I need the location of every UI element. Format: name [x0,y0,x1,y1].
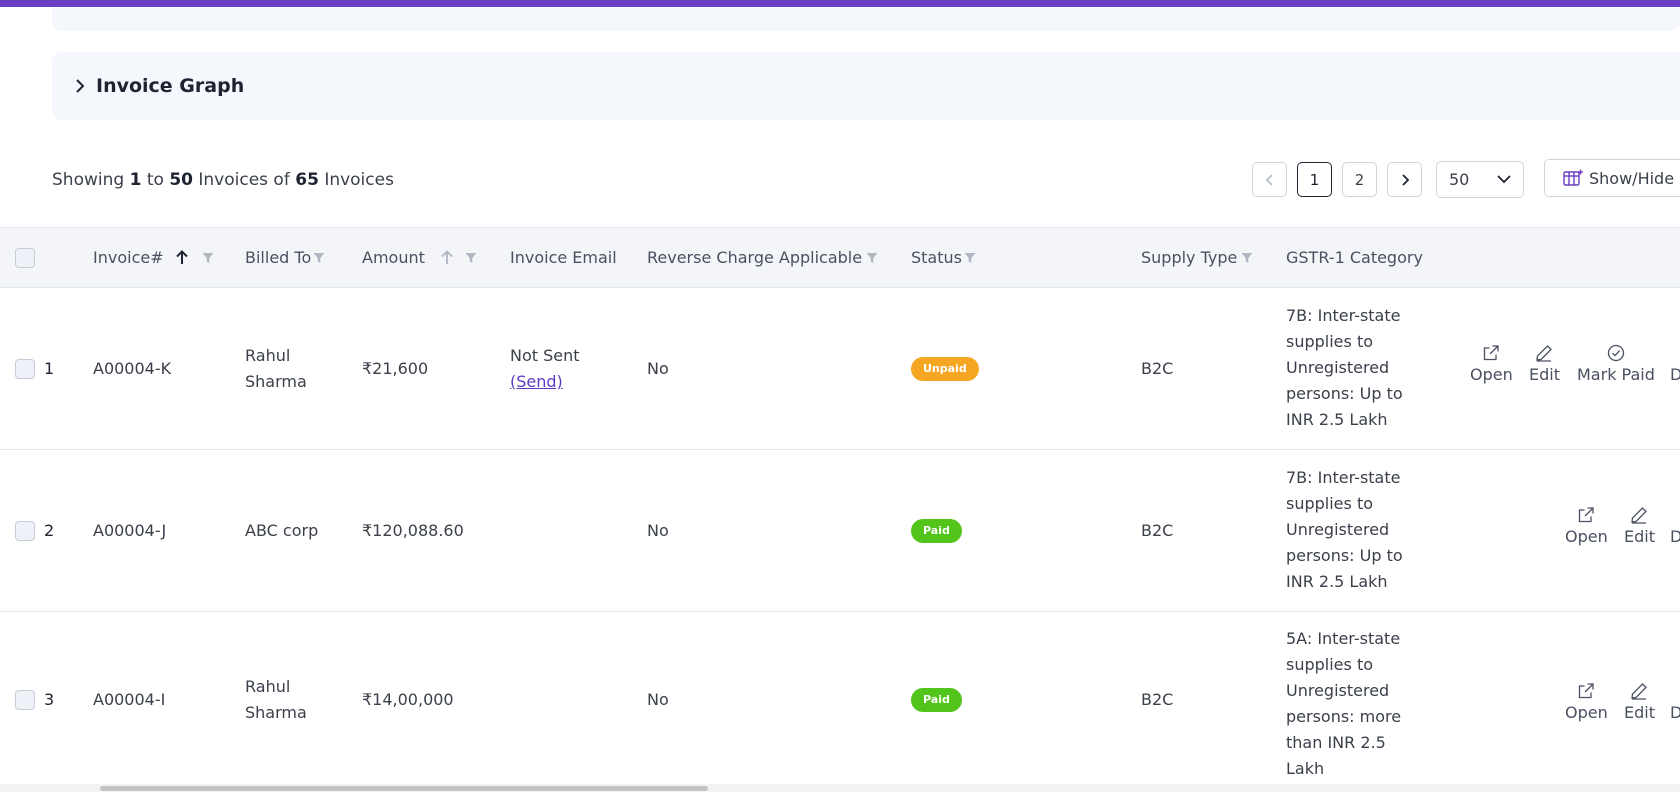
external-link-icon [1579,507,1595,523]
pencil-icon [1536,345,1553,362]
amount: ₹14,00,000 [362,690,454,709]
column-invoice[interactable]: Invoice# [93,228,214,287]
table-row[interactable]: 2 A00004-J ABC corp ₹120,088.60 No Paid … [0,450,1680,612]
gstr1-category: 5A: Inter-state supplies to Unregistered… [1286,629,1402,778]
column-amount[interactable]: Amount [362,228,477,287]
invoice-graph-panel[interactable]: Invoice Graph [52,52,1680,120]
email-status-text: Not Sent [510,346,580,365]
invoice-graph-title[interactable]: Invoice Graph [96,75,244,97]
billed-to: Rahul Sharma [245,346,307,391]
filter-icon[interactable] [202,252,214,264]
column-reverse-charge[interactable]: Reverse Charge Applicable [647,228,878,287]
filter-icon[interactable] [866,252,878,264]
next-page-button[interactable] [1387,162,1422,197]
pencil-icon [1631,507,1648,524]
open-button[interactable]: Open [1565,682,1608,722]
column-billed-to[interactable]: Billed To [245,228,325,287]
per-page-select[interactable]: 50 [1436,161,1524,198]
table-row[interactable]: 3 A00004-I Rahul Sharma ₹14,00,000 No Pa… [0,612,1680,792]
show-hide-label: Show/Hide [1589,168,1675,188]
open-button[interactable]: Open [1565,506,1608,546]
truncated-action-icon [1671,682,1680,700]
more-action-button[interactable]: D [1670,682,1680,722]
mark-paid-button[interactable]: Mark Paid [1577,344,1655,384]
show-hide-columns-button[interactable]: Show/Hide [1544,159,1680,197]
sort-icon[interactable] [441,250,453,265]
collapsed-panel [52,7,1680,31]
select-all-cell [15,228,35,287]
row-checkbox[interactable] [15,359,35,379]
reverse-charge: No [647,359,669,378]
gstr1-category: 7B: Inter-state supplies to Unregistered… [1286,306,1403,429]
table-header: Invoice# Billed To Amount Invoice Email … [0,227,1680,288]
filter-icon[interactable] [313,252,325,264]
sort-ascending-icon[interactable] [175,250,188,265]
filter-icon[interactable] [1241,252,1253,264]
column-invoice-email[interactable]: Invoice Email [510,228,617,287]
results-summary: Showing 1 to 50 Invoices of 65 Invoices [52,170,394,190]
filter-icon[interactable] [964,252,976,264]
edit-button[interactable]: Edit [1624,682,1655,722]
page-1-button[interactable]: 1 [1297,162,1332,197]
billed-to: Rahul Sharma [245,677,307,722]
status-badge: Paid [911,519,962,543]
table-row[interactable]: 1 A00004-K Rahul Sharma ₹21,600 Not Sent… [0,288,1680,450]
edit-button[interactable]: Edit [1624,506,1655,546]
filter-icon[interactable] [465,252,477,264]
gstr1-category: 7B: Inter-state supplies to Unregistered… [1286,468,1403,591]
column-supply-type[interactable]: Supply Type [1141,228,1253,287]
row-index: 1 [44,359,55,378]
pencil-icon [1631,683,1648,700]
chevron-right-icon [1401,173,1409,186]
select-all-checkbox[interactable] [15,247,35,268]
pagination: 1 2 50 [1252,161,1524,198]
external-link-icon [1579,683,1595,699]
invoice-number[interactable]: A00004-I [93,612,165,788]
supply-type: B2C [1141,690,1174,709]
edit-button[interactable]: Edit [1529,344,1560,384]
row-checkbox[interactable] [15,521,35,541]
invoice-email-status: Not Sent (Send) [510,343,580,395]
amount: ₹21,600 [362,359,429,378]
truncated-action-icon [1671,506,1680,524]
page-2-button[interactable]: 2 [1342,162,1377,197]
truncated-action-icon [1671,344,1680,362]
chevron-down-icon [1497,175,1511,184]
row-index: 2 [44,521,55,540]
row-index: 3 [44,690,55,709]
column-status[interactable]: Status [911,228,976,287]
chevron-left-icon [1265,173,1273,186]
prev-page-button[interactable] [1252,162,1287,197]
reverse-charge: No [647,690,669,709]
row-checkbox[interactable] [15,690,35,710]
horizontal-scrollbar-thumb[interactable] [100,786,708,791]
invoice-number[interactable]: A00004-K [93,288,171,450]
supply-type: B2C [1141,359,1174,378]
external-link-icon [1484,345,1500,361]
per-page-value: 50 [1449,170,1470,189]
status-badge: Paid [911,688,962,712]
chevron-right-icon[interactable] [72,78,88,94]
check-circle-icon [1607,344,1625,362]
top-accent-bar [0,0,1680,7]
more-action-button[interactable]: D [1670,506,1680,546]
open-button[interactable]: Open [1470,344,1513,384]
send-email-link[interactable]: (Send) [510,369,580,395]
status-badge: Unpaid [911,357,979,381]
billed-to: ABC corp [245,521,319,540]
column-gstr1-category[interactable]: GSTR-1 Category [1286,228,1423,287]
table-columns-icon [1563,169,1583,186]
invoice-number[interactable]: A00004-J [93,450,166,612]
more-action-button[interactable]: D [1670,344,1680,384]
amount: ₹120,088.60 [362,521,464,540]
supply-type: B2C [1141,521,1174,540]
reverse-charge: No [647,521,669,540]
